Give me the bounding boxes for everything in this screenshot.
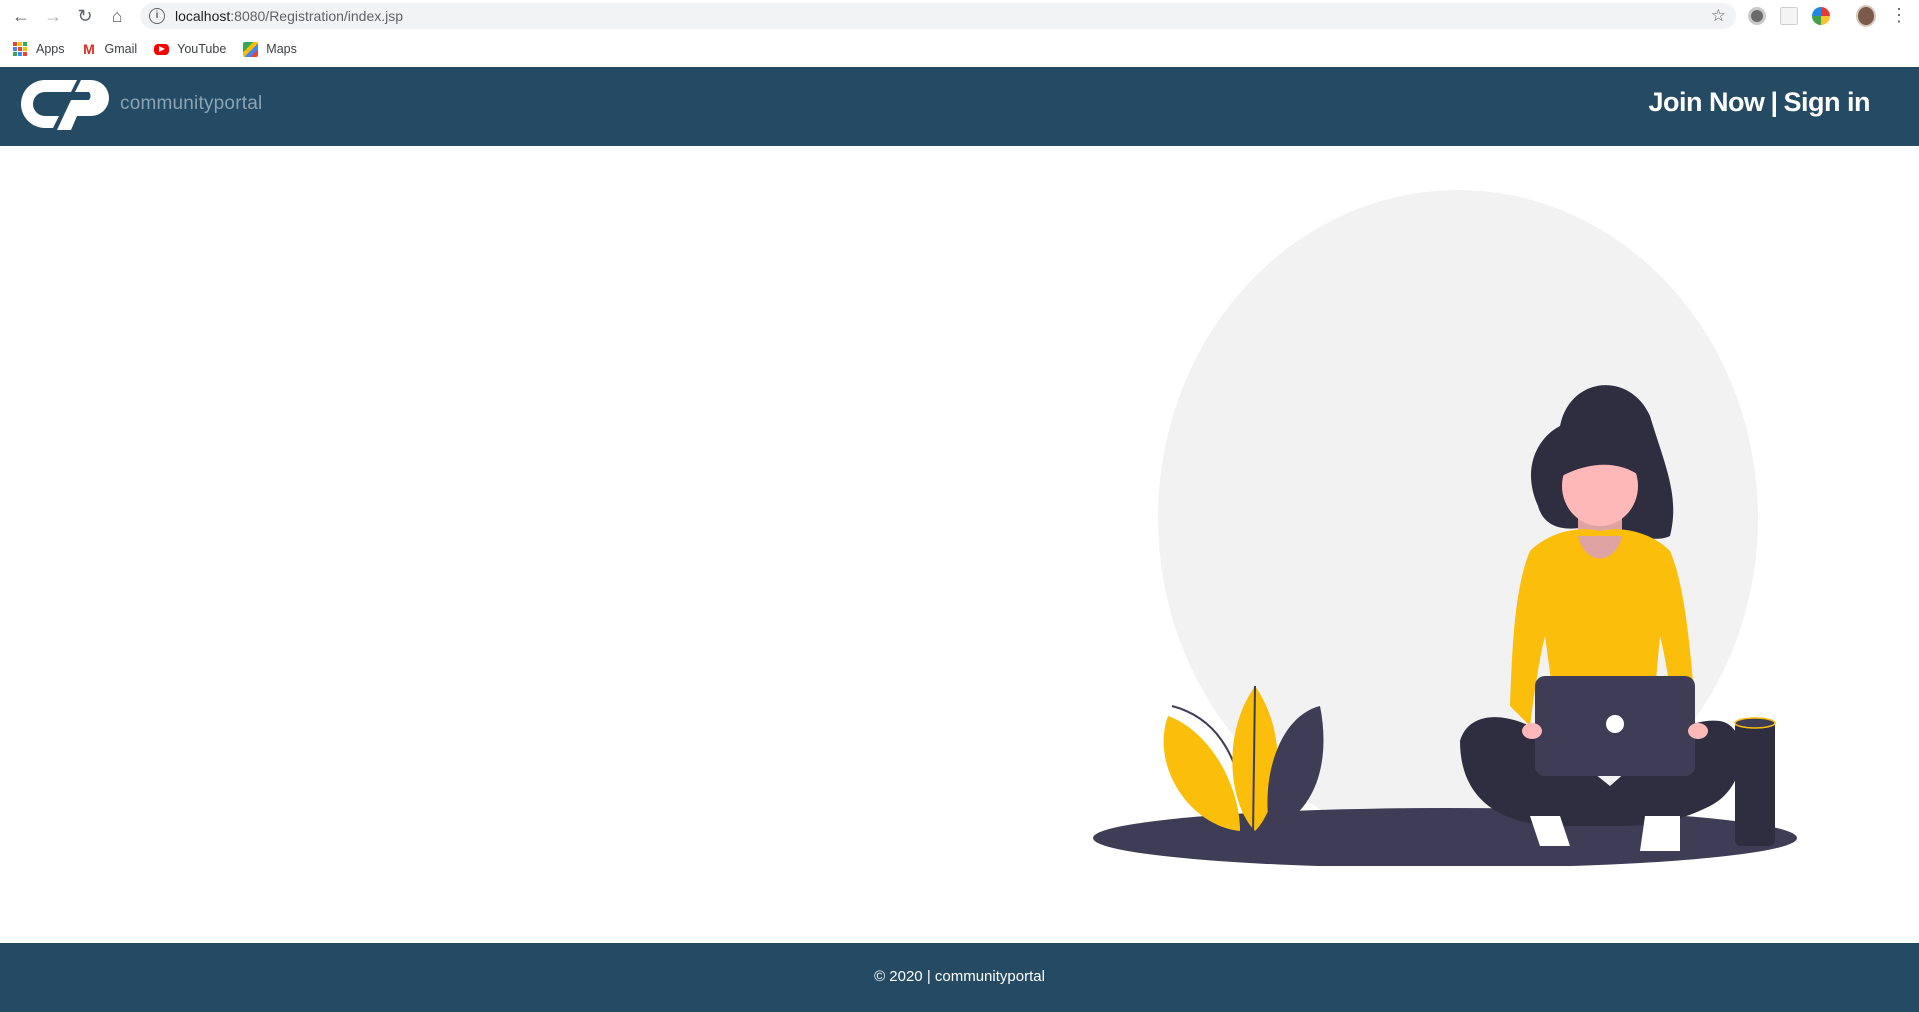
bookmark-apps[interactable]: Apps: [13, 41, 65, 57]
apps-grid-icon: [13, 41, 28, 57]
bookmark-maps[interactable]: Maps: [243, 41, 297, 57]
logo-icon[interactable]: [15, 74, 115, 136]
woman-with-laptop-illustration: [1093, 190, 1797, 866]
bookmark-label: Apps: [36, 42, 65, 56]
home-icon[interactable]: ⌂: [101, 0, 133, 32]
footer-copyright: © 2020 | communityportal: [874, 967, 1045, 985]
address-url[interactable]: localhost:8080/Registration/index.jsp: [175, 8, 403, 24]
address-bar[interactable]: i localhost:8080/Registration/index.jsp …: [140, 3, 1736, 29]
nav-separator: |: [1770, 87, 1778, 117]
color-extension-icon[interactable]: [1812, 7, 1830, 25]
bookmarks-bar: Apps M Gmail YouTube Maps: [0, 32, 1919, 66]
join-now-link[interactable]: Join Now: [1648, 87, 1765, 117]
sign-in-link[interactable]: Sign in: [1784, 87, 1871, 117]
bookmark-youtube[interactable]: YouTube: [154, 42, 226, 56]
profile-avatar[interactable]: [1856, 5, 1876, 27]
maps-icon: [243, 41, 259, 57]
back-icon[interactable]: ←: [5, 0, 37, 32]
bookmark-star-icon[interactable]: ☆: [1711, 6, 1726, 26]
logo-text[interactable]: communityportal: [120, 93, 262, 115]
bookmark-label: Maps: [266, 42, 297, 56]
extension-icon[interactable]: [1780, 7, 1798, 25]
ground-ellipse: [1093, 808, 1797, 866]
info-icon[interactable]: i: [149, 8, 165, 24]
extension-icon[interactable]: [1748, 7, 1766, 25]
reload-icon[interactable]: ↻: [69, 0, 101, 32]
main-content: [0, 146, 1919, 943]
site-footer: © 2020 | communityportal: [0, 943, 1919, 1012]
bookmark-gmail[interactable]: M Gmail: [82, 40, 138, 57]
bookmark-label: YouTube: [177, 42, 227, 56]
speaker-icon: [1734, 717, 1776, 846]
forward-icon[interactable]: →: [37, 0, 69, 32]
gmail-icon: M: [83, 40, 95, 57]
site-header: communityportal Join Now | Sign in: [0, 67, 1919, 146]
browser-toolbar: ← → ↻ ⌂ i localhost:8080/Registration/in…: [0, 0, 1919, 32]
bookmark-label: Gmail: [104, 42, 138, 56]
browser-menu-icon[interactable]: ⋮: [1890, 4, 1908, 26]
youtube-icon: [154, 43, 170, 55]
header-nav: Join Now | Sign in: [1648, 87, 1870, 118]
